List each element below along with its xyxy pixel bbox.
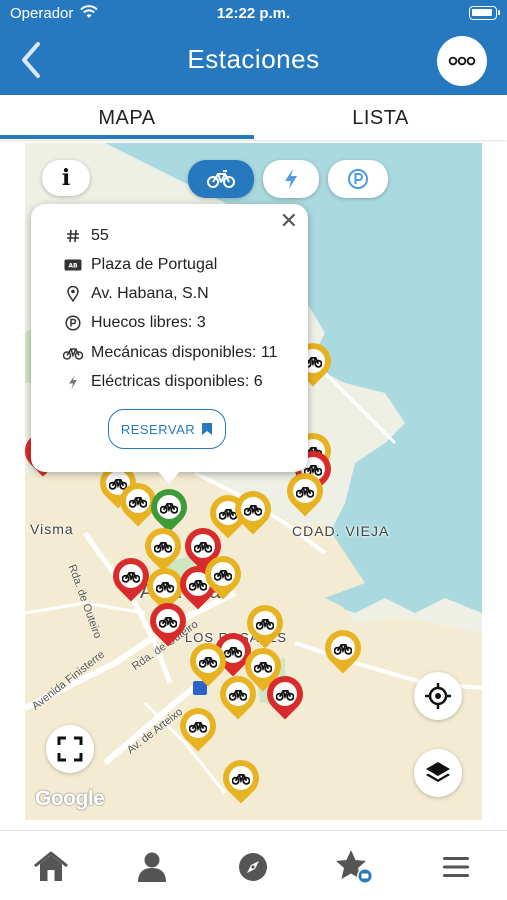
bike-icon (293, 479, 317, 503)
station-pin[interactable] (143, 481, 195, 533)
bike-icon (191, 534, 215, 558)
star-icon (336, 850, 373, 884)
place-label-old-town: CDAD. VIEJA (292, 523, 390, 539)
crosshair-icon (425, 683, 451, 709)
station-address: Av. Habana, S.N (91, 285, 209, 302)
mechanical-row: Mecánicas disponibles: 11 (63, 342, 277, 364)
electric-available: Eléctricas disponibles: 6 (91, 373, 263, 390)
filter-parking-button[interactable] (328, 160, 388, 198)
station-pin[interactable] (239, 597, 291, 649)
parking-icon (63, 313, 83, 333)
free-slots: Huecos libres: 3 (91, 314, 206, 331)
station-pin[interactable] (259, 668, 311, 720)
bike-icon (241, 497, 265, 521)
info-button[interactable]: i (42, 160, 90, 196)
bike-icon (196, 649, 220, 673)
fullscreen-button[interactable] (46, 725, 94, 773)
station-pin[interactable] (105, 550, 157, 602)
bolt-icon (63, 372, 83, 392)
address-row: Av. Habana, S.N (63, 283, 209, 305)
place-label-visma: Visma (30, 521, 74, 537)
bolt-icon (285, 169, 297, 189)
station-pin[interactable] (279, 465, 331, 517)
station-pin[interactable] (227, 483, 279, 535)
active-tab-indicator (0, 135, 254, 139)
station-number-row: 55 (63, 225, 109, 247)
nav-menu-button[interactable] (436, 849, 476, 885)
station-pin[interactable] (212, 668, 264, 720)
more-icon (448, 56, 476, 66)
layers-icon (426, 762, 450, 782)
hamburger-icon (443, 857, 469, 877)
electric-row: Eléctricas disponibles: 6 (63, 371, 263, 393)
bike-icon (119, 564, 143, 588)
close-icon[interactable]: ✕ (280, 208, 298, 234)
bottom-navigation (0, 830, 507, 900)
station-pin[interactable] (197, 548, 249, 600)
mechanical-available: Mecánicas disponibles: 11 (91, 344, 278, 361)
label-icon: AB (63, 255, 83, 275)
filter-bikes-button[interactable] (188, 160, 254, 198)
user-icon (138, 852, 166, 882)
reserve-label: RESERVAR (120, 421, 196, 437)
location-pin-icon (63, 284, 83, 304)
bike-icon (331, 636, 355, 660)
status-bar: Operador 12:22 p.m. (0, 0, 507, 28)
bike-icon (156, 609, 180, 633)
station-pin[interactable] (142, 595, 194, 647)
nav-favorites-button[interactable] (334, 849, 374, 885)
station-name-row: AB Plaza de Portugal (63, 254, 217, 276)
bike-icon (186, 714, 210, 738)
map-layers-button[interactable] (414, 749, 462, 797)
station-info-popup: ✕ 55 AB Plaza de Portugal Av. Habana, S.… (31, 204, 308, 472)
bike-icon (253, 611, 277, 635)
clock: 12:22 p.m. (216, 5, 291, 22)
nav-explore-button[interactable] (233, 849, 273, 885)
view-tabs: MAPA LISTA (0, 95, 507, 140)
station-pin[interactable] (172, 700, 224, 752)
bike-icon (211, 562, 235, 586)
bike-icon (126, 489, 150, 513)
battery-icon (469, 6, 500, 20)
popup-tail (157, 470, 181, 484)
station-name: Plaza de Portugal (91, 256, 218, 273)
hash-icon (63, 226, 83, 246)
nav-home-button[interactable] (31, 849, 71, 885)
station-pin[interactable] (215, 752, 267, 804)
bike-icon (251, 654, 275, 678)
station-pin[interactable] (317, 622, 369, 674)
parking-icon (348, 169, 368, 189)
bike-icon (153, 574, 177, 598)
fullscreen-icon (57, 736, 83, 762)
tab-map[interactable]: MAPA (0, 107, 254, 130)
home-icon (34, 851, 68, 881)
filter-electric-button[interactable] (263, 160, 319, 198)
bike-icon (207, 170, 235, 188)
app-header: Operador 12:22 p.m. Estaciones (0, 0, 507, 95)
tab-list[interactable]: LISTA (254, 107, 507, 130)
station-number: 55 (91, 227, 109, 244)
station-pin[interactable] (137, 520, 189, 572)
page-title: Estaciones (187, 44, 320, 74)
my-location-button[interactable] (414, 672, 462, 720)
bike-icon (157, 495, 181, 519)
svg-text:AB: AB (68, 263, 78, 270)
bike-icon (226, 682, 250, 706)
bike-icon (273, 682, 297, 706)
more-options-button[interactable] (437, 36, 487, 86)
bike-icon (229, 766, 253, 790)
compass-icon (239, 853, 267, 881)
bike-icon (151, 534, 175, 558)
bookmark-icon (202, 423, 213, 435)
nav-profile-button[interactable] (132, 849, 172, 885)
reserve-button[interactable]: RESERVAR (108, 409, 226, 449)
free-slots-row: Huecos libres: 3 (63, 312, 206, 334)
bike-icon (63, 343, 83, 363)
google-attribution: Google (35, 787, 105, 810)
